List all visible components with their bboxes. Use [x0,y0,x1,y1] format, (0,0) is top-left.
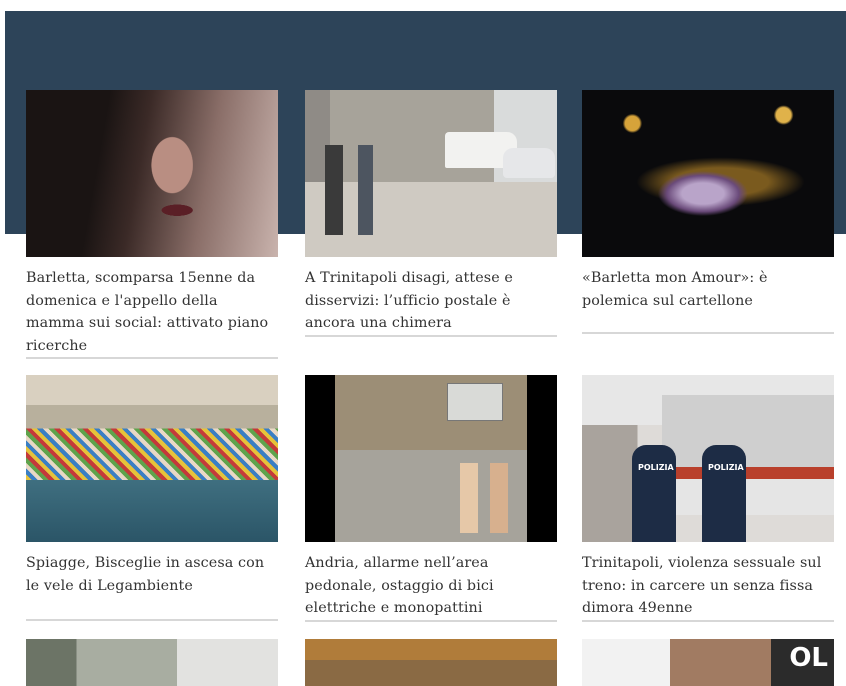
card-divider [582,332,834,334]
article-title[interactable]: «Barletta mon Amour»: è polemica sul car… [582,267,834,312]
police-badge-text: POLIZIA [708,463,744,472]
article-thumbnail[interactable] [305,90,557,257]
article-card[interactable]: Spiagge, Bisceglie in ascesa con le vele… [26,375,278,621]
article-card[interactable]: OL [582,639,834,686]
article-title[interactable]: Trinitapoli, violenza sessuale sul treno… [582,552,834,620]
article-thumbnail[interactable] [305,375,557,542]
article-thumbnail[interactable] [305,639,557,686]
article-card[interactable]: POLIZIA POLIZIA Trinitapoli, violenza se… [582,375,834,622]
article-card[interactable]: Andria, allarme nell’area pedonale, osta… [305,375,557,622]
article-thumbnail[interactable]: POLIZIA POLIZIA [582,375,834,542]
police-badge-text: POLIZIA [638,463,674,472]
article-thumbnail[interactable]: OL [582,639,834,686]
sign-text: OL [789,643,828,673]
article-card[interactable]: «Barletta mon Amour»: è polemica sul car… [582,90,834,334]
card-divider [305,620,557,622]
article-thumbnail[interactable] [26,375,278,542]
article-card[interactable]: A Trinitapoli disagi, attese e disserviz… [305,90,557,337]
card-divider [582,620,834,622]
article-title[interactable]: A Trinitapoli disagi, attese e disserviz… [305,267,557,335]
card-divider [305,335,557,337]
article-thumbnail[interactable] [582,90,834,257]
article-card[interactable] [305,639,557,686]
article-title[interactable]: Barletta, scomparsa 15enne da domenica e… [26,267,278,357]
article-title[interactable]: Spiagge, Bisceglie in ascesa con le vele… [26,552,278,597]
article-card[interactable] [26,639,278,686]
card-divider [26,619,278,621]
article-card[interactable]: Barletta, scomparsa 15enne da domenica e… [26,90,278,359]
article-thumbnail[interactable] [26,639,278,686]
card-divider [26,357,278,359]
article-thumbnail[interactable] [26,90,278,257]
article-title[interactable]: Andria, allarme nell’area pedonale, osta… [305,552,557,620]
